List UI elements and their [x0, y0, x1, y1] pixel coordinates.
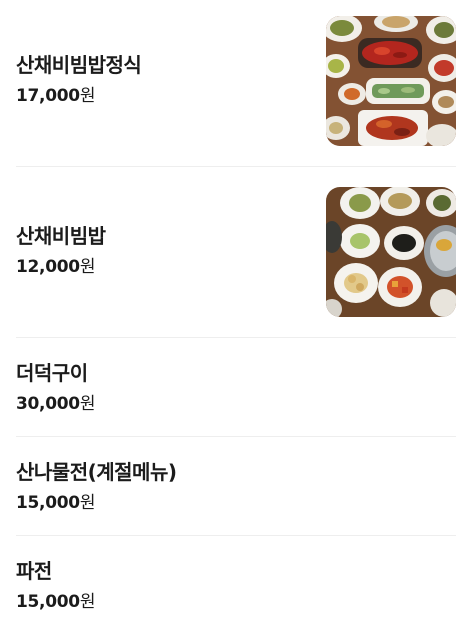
menu-item-currency: 원	[79, 86, 96, 106]
menu-item-price: 15,000	[16, 493, 80, 513]
menu-item-text: 더덕구이 30,000원	[16, 360, 95, 415]
menu-item-currency: 원	[79, 257, 96, 277]
menu-item-price: 30,000	[16, 394, 80, 414]
menu-item-name: 산나물전(계절메뉴)	[16, 460, 177, 484]
menu-item-price-row: 15,000원	[16, 492, 176, 514]
menu-item-sanchae-bibimbap-set[interactable]: 산채비빔밥정식 17,000원	[16, 0, 456, 167]
menu-item-name: 파전	[16, 559, 52, 583]
menu-item-price: 15,000	[16, 592, 80, 612]
menu-item-currency: 원	[79, 592, 96, 612]
menu-item-name: 산채비빔밥정식	[16, 53, 142, 77]
menu-item-name: 산채비빔밥	[16, 224, 106, 248]
menu-item-price-row: 12,000원	[16, 256, 106, 278]
menu-item-price-row: 17,000원	[16, 85, 141, 107]
menu-item-price-row: 15,000원	[16, 591, 95, 613]
korean-table-set-photo[interactable]	[326, 16, 456, 146]
menu-item-pajeon[interactable]: 파전 15,000원	[16, 536, 456, 626]
menu-item-name: 더덕구이	[16, 361, 88, 385]
menu-item-currency: 원	[79, 394, 96, 414]
menu-item-price: 12,000	[16, 257, 80, 277]
menu-item-sanchae-bibimbap[interactable]: 산채비빔밥 12,000원	[16, 167, 456, 338]
menu-item-text: 산채비빔밥 12,000원	[16, 223, 106, 278]
menu-item-text: 산채비빔밥정식 17,000원	[16, 52, 142, 107]
menu-list: 산채비빔밥정식 17,000원 산채비빔밥 12,000원 더덕구이 30,00…	[0, 0, 465, 626]
bibimbap-side-dishes-photo[interactable]	[326, 187, 456, 317]
menu-item-price: 17,000	[16, 86, 80, 106]
menu-item-text: 산나물전(계절메뉴) 15,000원	[16, 459, 177, 514]
menu-item-text: 파전 15,000원	[16, 558, 95, 613]
menu-item-price-row: 30,000원	[16, 393, 95, 415]
menu-item-sannamul-jeon[interactable]: 산나물전(계절메뉴) 15,000원	[16, 437, 456, 536]
menu-item-currency: 원	[79, 493, 96, 513]
menu-item-deodeok-gui[interactable]: 더덕구이 30,000원	[16, 338, 456, 437]
